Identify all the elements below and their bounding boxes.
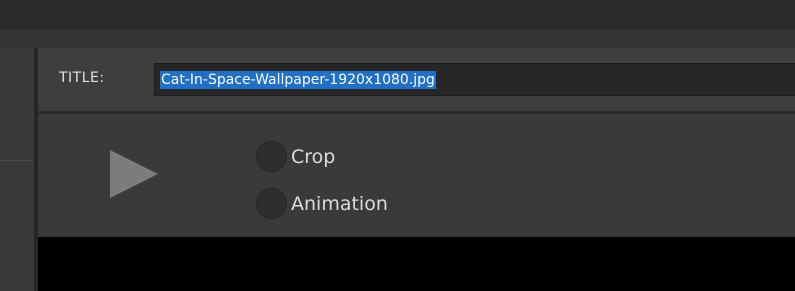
crop-label: Crop <box>291 145 336 168</box>
animation-radio-button[interactable] <box>256 188 287 219</box>
title-input-value[interactable]: Cat-In-Space-Wallpaper-1920x1080.jpg <box>160 70 436 89</box>
crop-radio-button[interactable] <box>256 141 287 172</box>
left-panel-divider <box>0 160 34 161</box>
animation-option[interactable]: Animation <box>256 188 388 219</box>
controls-panel: Crop Animation <box>38 114 795 237</box>
preview-area <box>38 237 795 291</box>
play-icon[interactable] <box>110 150 158 198</box>
title-row: TITLE: Cat-In-Space-Wallpaper-1920x1080.… <box>38 48 795 111</box>
title-input[interactable]: Cat-In-Space-Wallpaper-1920x1080.jpg <box>154 63 795 96</box>
left-panel <box>0 48 34 291</box>
title-label: TITLE: <box>59 70 105 86</box>
animation-label: Animation <box>291 192 388 215</box>
top-toolbar <box>0 0 795 29</box>
crop-option[interactable]: Crop <box>256 141 335 172</box>
sub-toolbar <box>0 29 795 48</box>
app-window: TITLE: Cat-In-Space-Wallpaper-1920x1080.… <box>0 0 795 291</box>
